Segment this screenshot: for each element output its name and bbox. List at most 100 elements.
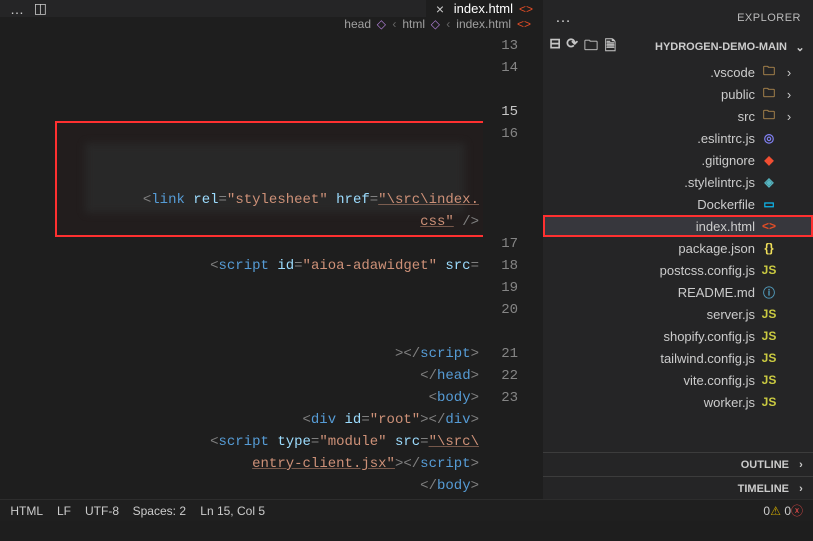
tree-item-label: .gitignore — [702, 153, 755, 168]
breadcrumb-head[interactable]: head — [344, 17, 371, 31]
outline-section[interactable]: › OUTLINE — [543, 452, 813, 476]
chevron-right-icon: › — [392, 17, 396, 31]
cursor-position[interactable]: Ln 15, Col 5 — [200, 504, 265, 518]
indentation[interactable]: Spaces: 2 — [133, 504, 186, 518]
tree-file-package-json[interactable]: {} package.json — [543, 237, 813, 259]
breadcrumb-file[interactable]: index.html — [456, 17, 511, 31]
code-line[interactable]: <div id="root"></div> — [30, 409, 479, 431]
code-content[interactable]: <link rel="stylesheet" href="\src\index.… — [30, 31, 483, 541]
chevron-right-icon: › — [783, 87, 795, 102]
tree-file-vite-config-js[interactable]: JS vite.config.js — [543, 369, 813, 391]
breadcrumb[interactable]: <> index.html › ◇ html › ◇ head — [0, 17, 543, 31]
chevron-right-icon: › — [783, 65, 795, 80]
explorer-more-icon[interactable]: … — [555, 9, 573, 27]
folder-icon: 🗀 — [761, 108, 777, 124]
code-line[interactable]: css" /> — [30, 211, 479, 233]
tree-file--gitignore[interactable]: ◆.gitignore — [543, 149, 813, 171]
tree-item-label: vite.config.js — [683, 373, 755, 388]
code-line[interactable]: </body> — [30, 475, 479, 497]
project-name: HYDROGEN-DEMO-MAIN — [655, 41, 787, 53]
tree-file--eslintrc-js[interactable]: ◎ .eslintrc.js — [543, 127, 813, 149]
problems-indicator[interactable]: ⓧ0 ⚠0 — [764, 502, 804, 519]
timeline-label: TIMELINE — [738, 483, 789, 495]
line-number: 15 — [501, 101, 543, 123]
language-mode[interactable]: HTML — [10, 504, 43, 518]
project-row[interactable]: ⌄ HYDROGEN-DEMO-MAIN 🗎 🗀 ⟳ ⊟ — [543, 35, 813, 59]
eol[interactable]: LF — [57, 504, 71, 518]
tree-file-shopify-config-js[interactable]: JS shopify.config.js — [543, 325, 813, 347]
line-number: 13 — [501, 35, 543, 57]
code-line[interactable] — [30, 299, 479, 321]
js-icon: JS — [761, 306, 777, 322]
tab-index-html[interactable]: <> index.html × — [425, 0, 543, 17]
line-number: 17 — [501, 233, 543, 255]
tree-item-label: src — [738, 109, 755, 124]
tree-file-worker-js[interactable]: JSworker.js — [543, 391, 813, 413]
split-editor-icon[interactable]: ◫ — [34, 0, 47, 17]
code-line[interactable] — [30, 233, 479, 255]
line-number: 23 — [501, 387, 543, 409]
code-line[interactable] — [30, 277, 479, 299]
timeline-section[interactable]: › TIMELINE — [543, 476, 813, 500]
chevron-down-icon: ⌄ — [793, 41, 807, 54]
symbol-icon: ◇ — [377, 17, 386, 31]
encoding[interactable]: UTF-8 — [85, 504, 119, 518]
tree-folder--vscode[interactable]: › 🗀 .vscode — [543, 61, 813, 83]
code-line[interactable] — [30, 321, 479, 343]
code-line[interactable]: entry-client.jsx"></script> — [30, 453, 479, 475]
tree-item-label: .vscode — [710, 65, 755, 80]
close-icon[interactable]: × — [436, 1, 444, 17]
new-folder-icon[interactable]: 🗀 — [584, 35, 598, 59]
tree-file-server-js[interactable]: JS server.js — [543, 303, 813, 325]
tree-item-label: package.json — [678, 241, 755, 256]
js-icon: JS — [761, 372, 777, 388]
chevron-right-icon: › — [783, 109, 795, 124]
line-number — [501, 189, 543, 211]
chevron-right-icon: › — [795, 459, 807, 471]
docker-icon: ▭ — [761, 196, 777, 212]
tree-item-label: Dockerfile — [697, 197, 755, 212]
tree-file-index-html[interactable]: <>index.html — [543, 215, 813, 237]
line-gutter: 1314151617181920212223 — [483, 31, 543, 541]
tree-file-dockerfile[interactable]: ▭ Dockerfile — [543, 193, 813, 215]
file-tree: ›🗀.vscode›🗀public›🗀src◎.eslintrc.js◆.git… — [543, 59, 813, 452]
tree-file-tailwind-config-js[interactable]: JStailwind.config.js — [543, 347, 813, 369]
breadcrumb-html[interactable]: html — [402, 17, 425, 31]
symbol-icon: ◇ — [431, 17, 440, 31]
refresh-icon[interactable]: ⟳ — [567, 35, 579, 59]
editor-panel: <> index.html × ◫ … <> index.html › ◇ ht… — [0, 0, 543, 500]
tree-file-readme-md[interactable]: ⓘREADME.md — [543, 281, 813, 303]
code-area[interactable]: 1314151617181920212223 <link rel="styles… — [0, 31, 543, 541]
collapse-all-icon[interactable]: ⊟ — [549, 35, 561, 59]
new-file-icon[interactable]: 🗎 — [604, 35, 615, 59]
tab-label: index.html — [454, 1, 513, 16]
code-line[interactable]: <script type="module" src="\src\ — [30, 431, 479, 453]
tab-bar: <> index.html × ◫ … — [0, 0, 543, 17]
js-icon: JS — [761, 328, 777, 344]
tree-item-label: .stylelintrc.js — [684, 175, 755, 190]
tree-file--stylelintrc-js[interactable]: ◈.stylelintrc.js — [543, 171, 813, 193]
tree-item-label: .eslintrc.js — [697, 131, 755, 146]
code-line[interactable] — [30, 519, 479, 541]
minimap[interactable] — [0, 31, 30, 541]
line-number — [501, 321, 543, 343]
tree-file-postcss-config-js[interactable]: JSpostcss.config.js — [543, 259, 813, 281]
code-line[interactable]: <body> — [30, 387, 479, 409]
tree-item-label: shopify.config.js — [663, 329, 755, 344]
tree-item-label: server.js — [707, 307, 755, 322]
explorer-title: EXPLORER — [737, 12, 801, 24]
tree-item-label: index.html — [696, 219, 755, 234]
tree-folder-src[interactable]: › 🗀 src — [543, 105, 813, 127]
code-line[interactable]: </head> — [30, 365, 479, 387]
code-line[interactable]: ></script> — [30, 343, 479, 365]
html-icon: <> — [519, 2, 533, 16]
code-line[interactable]: <script id="aioa-adawidget" src= — [30, 255, 479, 277]
eslint-icon: ◎ — [761, 130, 777, 146]
more-actions-icon[interactable]: … — [10, 1, 24, 17]
folder-icon: 🗀 — [761, 64, 777, 80]
json-icon: {} — [761, 240, 777, 256]
line-number — [501, 167, 543, 189]
tree-folder-public[interactable]: ›🗀public — [543, 83, 813, 105]
explorer-header: EXPLORER … — [543, 0, 813, 35]
js-icon: JS — [761, 394, 777, 410]
